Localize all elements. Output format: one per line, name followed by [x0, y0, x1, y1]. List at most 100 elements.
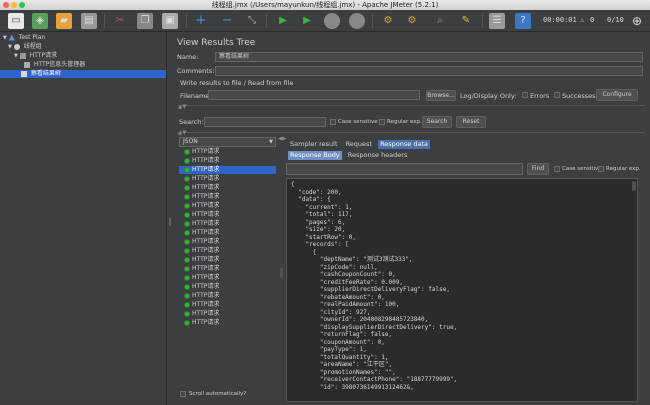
configure-button[interactable]: Configure — [596, 89, 638, 101]
warning-count: 0 — [590, 16, 595, 24]
collapse-left-icon[interactable]: ◀▶ — [278, 136, 286, 142]
tree-item-view-results-tree[interactable]: 察看结果树 — [0, 70, 166, 78]
errors-checkbox[interactable] — [522, 92, 528, 98]
minimize-window-button[interactable] — [11, 2, 17, 8]
templates-icon[interactable]: ◈ — [32, 13, 48, 29]
tree-item-thread-group[interactable]: ▼ 线程组 — [8, 43, 163, 51]
successes-checkbox[interactable] — [554, 92, 560, 98]
result-item[interactable]: HTTP请求 — [179, 238, 276, 246]
comments-field[interactable] — [215, 66, 643, 76]
close-window-button[interactable] — [3, 2, 9, 8]
success-check-icon — [184, 185, 190, 191]
scroll-automatically-checkbox[interactable] — [180, 391, 186, 397]
collapse-icon[interactable]: − — [219, 13, 235, 29]
case-sensitive-label: Case sensitive — [338, 119, 378, 125]
stop-icon[interactable] — [324, 13, 340, 29]
success-check-icon — [184, 239, 190, 245]
shutdown-icon[interactable] — [349, 13, 365, 29]
find-field[interactable] — [286, 163, 523, 175]
tree-item-label: Test Plan — [18, 34, 46, 41]
results-splitter-handle[interactable] — [280, 268, 283, 278]
result-item[interactable]: HTTP请求 — [179, 256, 276, 264]
tab-response-data[interactable]: Response data — [378, 140, 430, 149]
zoom-window-button[interactable] — [19, 2, 25, 8]
search-button[interactable]: Search — [422, 116, 452, 128]
clear-all-icon[interactable]: ⚙ — [404, 13, 420, 29]
filename-field[interactable] — [208, 90, 420, 100]
response-body-line: "realPaidAmount": 100, — [291, 301, 400, 308]
paste-icon[interactable]: ▣ — [162, 13, 178, 29]
search-icon[interactable]: ⌕ — [432, 13, 448, 29]
help-icon[interactable]: ? — [515, 13, 531, 29]
case-sensitive-checkbox[interactable] — [330, 119, 336, 125]
result-item-label: HTTP请求 — [192, 292, 220, 299]
result-item[interactable]: HTTP请求 — [179, 292, 276, 300]
result-item[interactable]: HTTP请求 — [179, 193, 276, 201]
tree-item-label: HTTP信息头管理器 — [33, 61, 86, 68]
toggle-icon[interactable]: ⤡ — [244, 13, 260, 29]
regular-exp-checkbox[interactable] — [379, 119, 385, 125]
start-no-pauses-icon[interactable]: ▶ — [299, 13, 315, 29]
open-icon[interactable]: ▰ — [56, 13, 72, 29]
tab-sampler-result[interactable]: Sampler result — [288, 140, 340, 149]
result-item[interactable]: HTTP请求 — [179, 166, 276, 174]
response-body-line: "rebateAmount": 0, — [291, 293, 385, 301]
result-item[interactable]: HTTP请求 — [179, 220, 276, 228]
response-body-viewer[interactable]: { "code": 200, "data": { "current": 1, "… — [286, 178, 638, 402]
comments-label: Comments: — [177, 67, 215, 75]
browse-button[interactable]: Browse... — [426, 90, 456, 101]
name-field[interactable]: 察看结果树 — [215, 52, 643, 62]
result-item-label: HTTP请求 — [192, 148, 220, 155]
result-item[interactable]: HTTP请求 — [179, 157, 276, 165]
expand-arrows-icon[interactable]: ▲▼ — [178, 130, 186, 136]
save-icon[interactable]: ▤ — [81, 13, 97, 29]
remote-start-icon[interactable]: ⊕ — [629, 13, 645, 29]
result-item-label: HTTP请求 — [192, 319, 220, 326]
result-item[interactable]: HTTP请求 — [179, 184, 276, 192]
result-item[interactable]: HTTP请求 — [179, 247, 276, 255]
cut-icon[interactable]: ✂ — [112, 13, 128, 29]
expand-arrows-icon[interactable]: ▲▼ — [178, 104, 186, 110]
response-body-line: "deptName": "测试3测试333", — [291, 256, 413, 263]
tree-item-http-request[interactable]: ▼ HTTP请求 — [14, 52, 163, 60]
renderer-select-value: JSON — [183, 138, 198, 145]
tab-response-body[interactable]: Response Body — [288, 151, 342, 160]
search-field[interactable] — [204, 117, 326, 127]
gear-icon — [13, 43, 20, 50]
find-button[interactable]: Find — [527, 163, 549, 175]
result-item[interactable]: HTTP请求 — [179, 301, 276, 309]
response-body-line: "creditFeeRate": 0.009, — [291, 278, 403, 286]
result-item[interactable]: HTTP请求 — [179, 202, 276, 210]
result-item[interactable]: HTTP请求 — [179, 211, 276, 219]
tab-request[interactable]: Request — [344, 140, 374, 149]
renderer-select[interactable]: JSON ▼ — [179, 137, 276, 147]
tab-response-headers[interactable]: Response headers — [346, 151, 410, 160]
start-icon[interactable]: ▶ — [275, 13, 291, 29]
response-body-line: "total": 117, — [291, 211, 353, 218]
result-item[interactable]: HTTP请求 — [179, 175, 276, 183]
find-case-sensitive-checkbox[interactable] — [554, 166, 560, 172]
function-helper-icon[interactable]: ☰ — [489, 13, 505, 29]
tree-item-header-manager[interactable]: HTTP信息头管理器 — [24, 61, 163, 69]
result-item[interactable]: HTTP请求 — [179, 148, 276, 156]
expand-icon[interactable]: + — [193, 13, 209, 29]
result-item-label: HTTP请求 — [192, 301, 220, 308]
result-item[interactable]: HTTP请求 — [179, 319, 276, 327]
result-item[interactable]: HTTP请求 — [179, 229, 276, 237]
clear-icon[interactable]: ⚙ — [380, 13, 396, 29]
reset-search-icon[interactable]: ✎ — [458, 13, 474, 29]
result-item[interactable]: HTTP请求 — [179, 265, 276, 273]
reset-button[interactable]: Reset — [456, 116, 486, 128]
find-regular-exp-checkbox[interactable] — [598, 166, 604, 172]
result-item[interactable]: HTTP请求 — [179, 283, 276, 291]
response-subtabs: Response Body Response headers — [288, 151, 411, 160]
result-item[interactable]: HTTP请求 — [179, 274, 276, 282]
test-plan-icon — [8, 34, 15, 41]
response-body-scrollbar[interactable] — [632, 181, 636, 191]
result-item[interactable]: HTTP请求 — [179, 310, 276, 318]
new-icon[interactable]: ▭ — [8, 13, 24, 29]
tree-item-test-plan[interactable]: ▼ Test Plan — [3, 34, 163, 42]
warning-icon[interactable]: ⚠ — [580, 16, 584, 24]
copy-icon[interactable]: ❐ — [137, 13, 153, 29]
detail-tabs: Sampler result Request Response data — [288, 140, 432, 149]
